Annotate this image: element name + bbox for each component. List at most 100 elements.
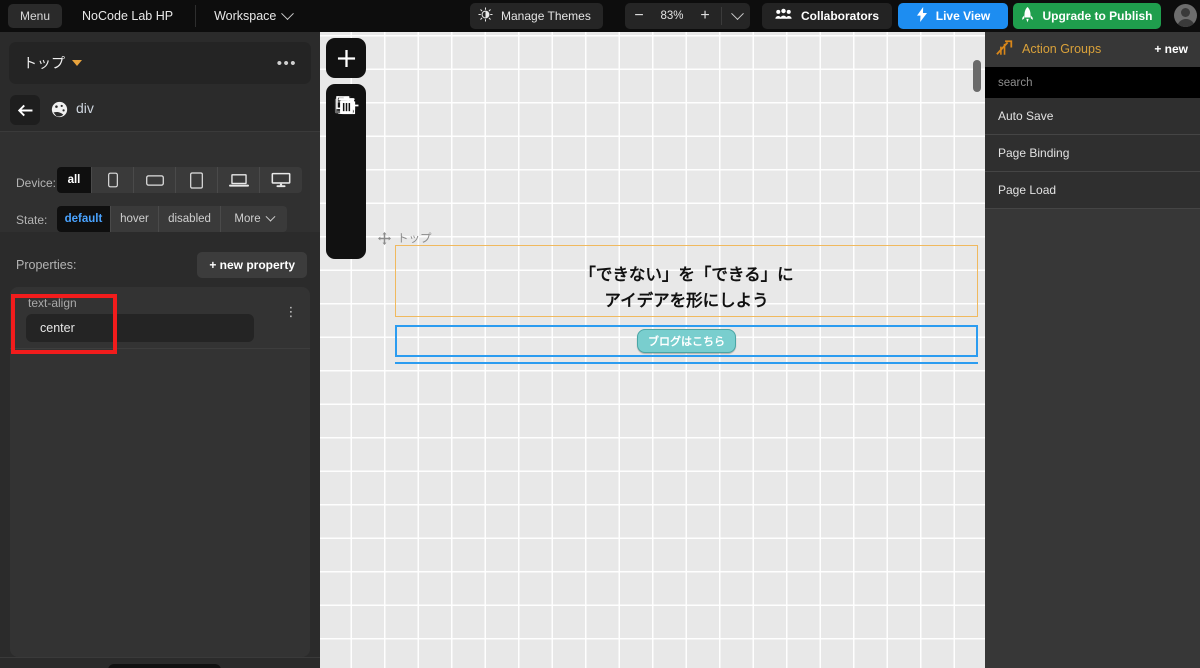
delete-button[interactable]: [326, 84, 366, 126]
page-overflow-icon[interactable]: •••: [277, 55, 297, 72]
device-option-desktop[interactable]: [260, 167, 302, 193]
move-icon: [378, 231, 391, 245]
device-option-all[interactable]: all: [57, 167, 92, 193]
collaborators-button[interactable]: Collaborators: [762, 3, 893, 29]
state-option-disabled-label: disabled: [168, 213, 211, 225]
manage-themes-label: Manage Themes: [501, 9, 591, 23]
zoom-control-group: − 83% +: [625, 3, 750, 29]
device-option-phone-portrait[interactable]: [92, 167, 134, 193]
state-option-hover[interactable]: hover: [111, 206, 159, 232]
action-groups-search-input[interactable]: search: [985, 67, 1200, 98]
selected-element-name: div: [76, 100, 94, 116]
state-option-hover-label: hover: [120, 213, 149, 225]
cta-button[interactable]: ブログはこちら: [637, 329, 736, 353]
property-value-text: center: [40, 321, 75, 335]
new-property-button[interactable]: + new property: [197, 252, 307, 278]
zoom-divider: [721, 7, 722, 25]
action-group-item-page-load[interactable]: Page Load: [985, 172, 1200, 209]
selection-bottom-edge: [395, 362, 978, 364]
zoom-out-button[interactable]: −: [625, 8, 653, 24]
toolbar-divider: [195, 5, 197, 27]
action-group-label: Page Load: [998, 183, 1057, 197]
device-option-all-label: all: [67, 174, 81, 186]
state-option-more[interactable]: More: [221, 206, 287, 232]
triangle-down-icon: [72, 60, 82, 66]
property-overflow-icon[interactable]: ⋮: [284, 305, 298, 318]
brightness-icon: [478, 7, 493, 25]
phone-landscape-icon: [145, 174, 164, 186]
desktop-icon: [271, 172, 291, 188]
action-groups-search-placeholder: search: [998, 76, 1033, 89]
action-group-new-button[interactable]: + new: [1154, 42, 1188, 56]
hero-headline-line1: 「できない」を「できる」に: [579, 266, 794, 284]
chevron-down-icon: [730, 6, 744, 20]
frame-label[interactable]: トップ: [378, 230, 432, 246]
device-option-tablet[interactable]: [176, 167, 218, 193]
state-option-more-label: More: [234, 213, 261, 225]
canvas-vertical-scrollbar[interactable]: [973, 60, 981, 92]
cta-section[interactable]: ブログはこちら: [395, 325, 978, 357]
design-canvas[interactable]: トップ 「できない」を「できる」に アイデアを形にしよう ブログはこちら: [320, 32, 985, 668]
workspace-label: Workspace: [214, 9, 277, 23]
zoom-dropdown-button[interactable]: [724, 6, 750, 21]
manage-themes-button[interactable]: Manage Themes: [470, 3, 603, 29]
tab-all-props[interactable]: All Props: [16, 664, 114, 668]
live-view-label: Live View: [935, 9, 991, 23]
page-selector-label-wrap: トップ: [23, 53, 82, 73]
action-group-label: Page Binding: [998, 146, 1070, 160]
add-icon: [337, 49, 355, 67]
tablet-icon: [190, 171, 203, 189]
palette-icon: [51, 101, 68, 123]
workspace-dropdown[interactable]: Workspace: [214, 6, 295, 23]
upgrade-to-publish-button[interactable]: Upgrade to Publish: [1013, 3, 1161, 29]
page-selector-label: トップ: [23, 55, 65, 71]
add-element-button[interactable]: [326, 38, 366, 78]
action-groups-panel: Action Groups + new search Auto Save Pag…: [985, 32, 1200, 668]
property-list: text-align center ⋮: [10, 287, 310, 657]
property-value-input[interactable]: center: [26, 314, 254, 342]
project-title: NoCode Lab HP: [82, 9, 174, 23]
chevron-down-icon: [281, 6, 295, 20]
action-group-item-page-binding[interactable]: Page Binding: [985, 135, 1200, 172]
page-selector[interactable]: トップ •••: [9, 42, 311, 84]
properties-label: Properties:: [16, 258, 77, 272]
collaborators-label: Collaborators: [801, 9, 880, 23]
upgrade-label: Upgrade to Publish: [1042, 9, 1153, 23]
action-groups-header: Action Groups + new: [985, 32, 1200, 67]
properties-header: Properties: + new property: [0, 248, 320, 284]
device-option-phone-landscape[interactable]: [134, 167, 176, 193]
state-label: State:: [16, 213, 48, 227]
hero-headline: 「できない」を「できる」に アイデアを形にしよう: [396, 262, 977, 314]
element-breadcrumb: div: [0, 90, 320, 132]
zoom-in-button[interactable]: +: [691, 8, 719, 24]
state-option-default-label: default: [64, 213, 103, 225]
tab-used-props[interactable]: Used Props: [108, 664, 222, 668]
hero-frame[interactable]: 「できない」を「できる」に アイデアを形にしよう: [395, 245, 978, 317]
frame-label-text: トップ: [397, 233, 432, 245]
arrow-left-icon: [17, 104, 33, 116]
state-option-default[interactable]: default: [57, 206, 111, 232]
hero-headline-line2: アイデアを形にしよう: [604, 292, 769, 310]
menu-button-label: Menu: [20, 9, 51, 23]
zoom-level-value: 83%: [660, 10, 684, 22]
device-state-section: Device: all State: default hover disable…: [0, 132, 320, 232]
menu-button[interactable]: Menu: [8, 4, 63, 28]
laptop-icon: [228, 173, 249, 187]
state-option-disabled[interactable]: disabled: [159, 206, 221, 232]
app-root: Menu NoCode Lab HP Workspace Manage Them…: [0, 0, 1200, 668]
device-label: Device:: [16, 176, 57, 190]
property-row-text-align[interactable]: text-align center ⋮: [10, 287, 310, 349]
live-view-button[interactable]: Live View: [898, 3, 1008, 29]
tab-css[interactable]: CSS: [222, 664, 295, 668]
phone-portrait-icon: [107, 172, 118, 188]
avatar[interactable]: [1174, 4, 1197, 27]
chevron-down-icon: [265, 211, 276, 222]
device-option-laptop[interactable]: [218, 167, 260, 193]
action-groups-empty-area: [985, 239, 1200, 668]
top-toolbar: Menu NoCode Lab HP Workspace Manage Them…: [0, 0, 1200, 32]
back-button[interactable]: [10, 95, 40, 125]
delete-icon: [337, 95, 355, 114]
action-group-item-auto-save[interactable]: Auto Save: [985, 98, 1200, 135]
device-segmented-control: all: [57, 167, 302, 193]
state-segmented-control: default hover disabled More: [57, 206, 287, 232]
